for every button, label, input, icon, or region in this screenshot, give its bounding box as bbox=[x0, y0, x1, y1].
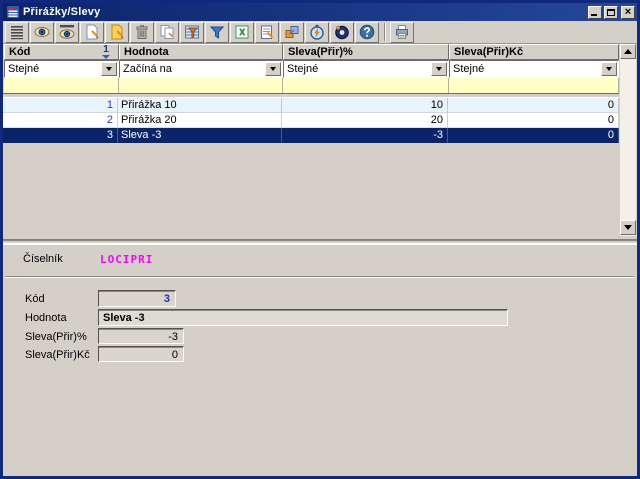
help-icon bbox=[359, 24, 375, 40]
maximize-button[interactable] bbox=[604, 6, 618, 19]
filter-combobox[interactable]: Stejné bbox=[449, 60, 619, 78]
maximize-icon bbox=[607, 9, 615, 16]
filter-operator-kod: Stejné bbox=[4, 60, 119, 78]
field-label-sleva-pct: Sleva(Přir)% bbox=[25, 331, 87, 343]
excel-export-button[interactable] bbox=[230, 22, 254, 43]
table-row[interactable]: 2 Přirážka 20 20 0 bbox=[3, 113, 619, 128]
filtered-list-button[interactable] bbox=[180, 22, 204, 43]
scroll-up-icon bbox=[624, 49, 632, 54]
close-icon: × bbox=[622, 6, 634, 19]
records-grid: Kód 1 Hodnota Sleva(Přir)% Sleva(Přir)Kč… bbox=[3, 44, 637, 240]
close-button[interactable]: × bbox=[621, 6, 635, 19]
panel-divider bbox=[5, 276, 634, 278]
new-record-button[interactable] bbox=[80, 22, 104, 43]
dropdown-arrow-icon[interactable] bbox=[431, 62, 447, 76]
filtered-list-icon bbox=[184, 24, 200, 40]
edit-record-icon bbox=[109, 24, 125, 40]
filter-combobox[interactable]: Stejné bbox=[4, 60, 119, 78]
vertical-scrollbar[interactable] bbox=[620, 44, 636, 236]
filter-icon bbox=[209, 24, 225, 40]
view-summary-button[interactable] bbox=[55, 22, 79, 43]
field-label-hodnota: Hodnota bbox=[25, 312, 67, 324]
sleva-kc-field[interactable]: 0 bbox=[98, 346, 184, 362]
column-header-hodnota[interactable]: Hodnota bbox=[119, 44, 283, 60]
stopwatch-icon bbox=[309, 24, 325, 40]
filter-value-input-sleva-pct[interactable] bbox=[283, 78, 449, 93]
delete-record-button[interactable] bbox=[130, 22, 154, 43]
field-label-sleva-kc: Sleva(Přir)Kč bbox=[25, 349, 90, 361]
refresh-icon bbox=[334, 24, 350, 40]
scroll-up-button[interactable] bbox=[620, 44, 636, 59]
copy-record-icon bbox=[159, 24, 175, 40]
sort-asc-icon bbox=[102, 55, 110, 59]
detail-panel: Číselník LOCIPRI Kód 3 Hodnota Sleva -3 … bbox=[3, 244, 637, 476]
toolbar-separator bbox=[384, 23, 386, 41]
refresh-button[interactable] bbox=[330, 22, 354, 43]
sleva-pct-field[interactable]: -3 bbox=[98, 328, 184, 344]
help-button[interactable] bbox=[355, 22, 379, 43]
app-window: Přirážky/Slevy × bbox=[0, 0, 640, 479]
minimize-button[interactable] bbox=[588, 6, 602, 19]
ciselnik-value: LOCIPRI bbox=[100, 253, 153, 266]
link-button[interactable] bbox=[280, 22, 304, 43]
filter-value-input-kod[interactable] bbox=[4, 78, 119, 93]
dropdown-arrow-icon[interactable] bbox=[601, 62, 617, 76]
window-title: Přirážky/Slevy bbox=[23, 6, 100, 18]
print-icon bbox=[394, 24, 410, 40]
list-icon bbox=[9, 24, 25, 40]
list-button[interactable] bbox=[5, 22, 29, 43]
titlebar[interactable]: Přirážky/Slevy × bbox=[3, 3, 637, 21]
table-row[interactable]: 1 Přirážka 10 10 0 bbox=[3, 98, 619, 113]
toolbar bbox=[3, 21, 637, 44]
notes-icon bbox=[259, 24, 275, 40]
filter-operator-sleva-pct: Stejné bbox=[283, 60, 449, 78]
new-record-icon bbox=[84, 24, 100, 40]
view-icon bbox=[34, 24, 50, 40]
kod-field[interactable]: 3 bbox=[98, 290, 176, 307]
filter-button[interactable] bbox=[205, 22, 229, 43]
notes-button[interactable] bbox=[255, 22, 279, 43]
delete-record-icon bbox=[134, 24, 150, 40]
view-summary-icon bbox=[59, 24, 75, 40]
column-header-sleva-pct[interactable]: Sleva(Přir)% bbox=[283, 44, 449, 60]
view-button[interactable] bbox=[30, 22, 54, 43]
filter-value-input-sleva-kc[interactable] bbox=[449, 78, 619, 93]
excel-export-icon bbox=[234, 24, 250, 40]
filter-operator-sleva-kc: Stejné bbox=[449, 60, 619, 78]
filter-combobox[interactable]: Stejné bbox=[283, 60, 449, 78]
ciselnik-label: Číselník bbox=[23, 253, 63, 265]
stopwatch-button[interactable] bbox=[305, 22, 329, 43]
dropdown-arrow-icon[interactable] bbox=[265, 62, 281, 76]
link-icon bbox=[284, 24, 300, 40]
table-row-selected[interactable]: 3 Sleva -3 -3 0 bbox=[3, 128, 619, 143]
sort-indicator: 1 bbox=[102, 45, 110, 59]
scroll-down-icon bbox=[624, 225, 632, 230]
app-icon bbox=[7, 6, 19, 18]
minimize-icon bbox=[591, 14, 597, 16]
scroll-down-button[interactable] bbox=[620, 220, 636, 235]
dropdown-arrow-icon[interactable] bbox=[101, 62, 117, 76]
field-label-kod: Kód bbox=[25, 293, 45, 305]
edit-record-button[interactable] bbox=[105, 22, 129, 43]
column-header-sleva-kc[interactable]: Sleva(Přir)Kč bbox=[449, 44, 619, 60]
filter-operator-hodnota: Začíná na bbox=[119, 60, 283, 78]
filter-value-input-hodnota[interactable] bbox=[119, 78, 283, 93]
column-header-kod[interactable]: Kód 1 bbox=[4, 44, 119, 60]
filter-combobox[interactable]: Začíná na bbox=[119, 60, 283, 78]
print-button[interactable] bbox=[390, 22, 414, 43]
copy-record-button[interactable] bbox=[155, 22, 179, 43]
hodnota-field[interactable]: Sleva -3 bbox=[98, 309, 508, 326]
